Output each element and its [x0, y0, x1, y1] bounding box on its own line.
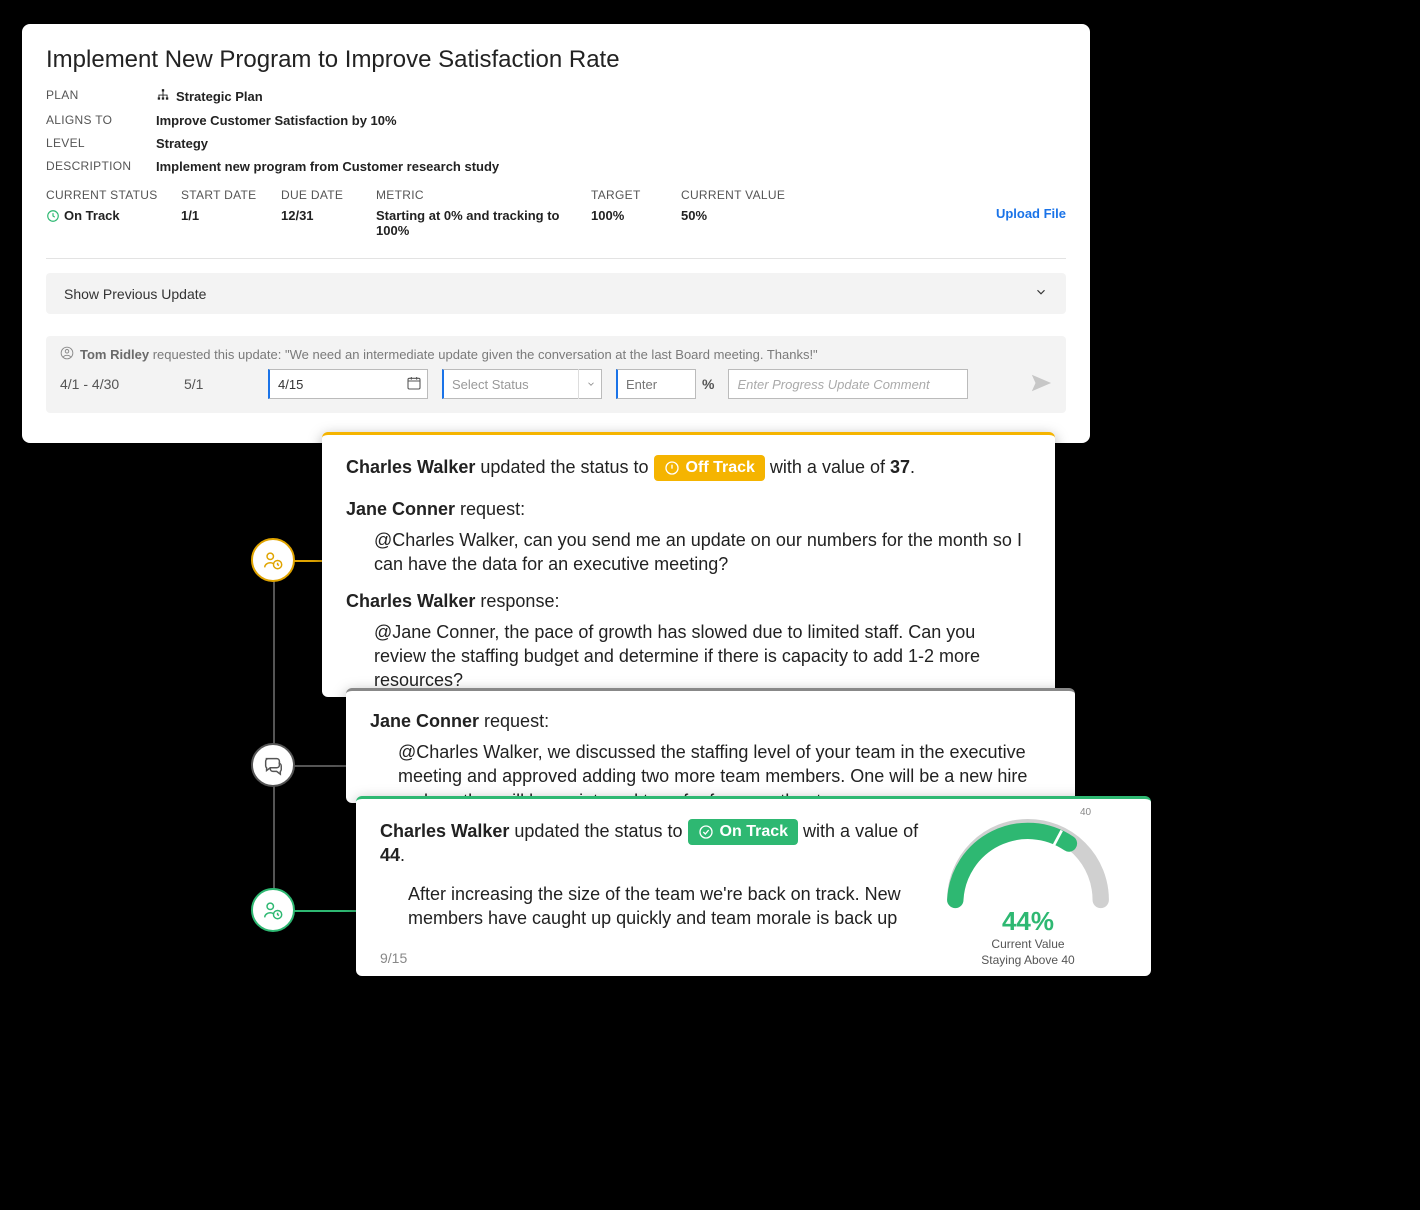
request-body: @Charles Walker, can you send me an upda…	[346, 528, 1031, 577]
calendar-icon[interactable]	[406, 375, 422, 394]
timeline-card-offtrack: Charles Walker updated the status to Off…	[322, 432, 1055, 697]
period-text: 4/1 - 4/30	[60, 376, 170, 392]
value-entry: %	[616, 369, 714, 399]
timeline-rail	[273, 560, 275, 912]
label-aligns: ALIGNS TO	[46, 113, 156, 128]
goal-detail-card: Implement New Program to Improve Satisfa…	[22, 24, 1090, 443]
user-name: Charles Walker	[346, 457, 475, 477]
label-desc: DESCRIPTION	[46, 159, 156, 174]
request-line: Jane Conner request:	[370, 711, 1051, 732]
prev-update-label: Show Previous Update	[64, 286, 206, 302]
request-line: Jane Conner request:	[346, 499, 1031, 520]
label-curval: CURRENT VALUE	[681, 188, 831, 202]
timeline-user-clock-icon	[251, 888, 295, 932]
request-text: Tom Ridley requested this update: "We ne…	[80, 347, 818, 362]
chevron-down-icon	[578, 369, 602, 399]
request-user: Tom Ridley	[80, 347, 149, 362]
status-update-line: Charles Walker updated the status to On …	[380, 819, 925, 866]
gauge-chart: 40 44% Current Value Staying Above 40	[923, 809, 1133, 967]
current-status-text: On Track	[64, 208, 120, 223]
value-current-status: On Track	[46, 208, 120, 223]
label-metric: METRIC	[376, 188, 591, 202]
timeline-user-clock-icon	[251, 538, 295, 582]
chevron-down-icon	[1034, 285, 1048, 302]
send-icon[interactable]	[1030, 372, 1052, 397]
label-level: LEVEL	[46, 136, 156, 151]
status-badge-ontrack: On Track	[688, 819, 798, 845]
value-curval: 50%	[681, 208, 831, 223]
value-due: 12/31	[281, 208, 376, 223]
value-input[interactable]	[616, 369, 696, 399]
value-metric: Starting at 0% and tracking to 100%	[376, 208, 591, 238]
response-line: Charles Walker response:	[346, 591, 1031, 612]
value-plan: Strategic Plan	[156, 88, 263, 105]
status-update-line: Charles Walker updated the status to Off…	[346, 455, 1031, 481]
status-value: 44	[380, 845, 400, 865]
divider	[46, 258, 1066, 259]
gauge-label: Current Value	[923, 937, 1133, 951]
update-body: After increasing the size of the team we…	[380, 882, 925, 931]
timeline-card-ontrack: Charles Walker updated the status to On …	[356, 796, 1151, 976]
label-target: TARGET	[591, 188, 681, 202]
request-header: Tom Ridley requested this update: "We ne…	[60, 346, 1052, 363]
status-value: 37	[890, 457, 910, 477]
sitemap-icon	[156, 88, 170, 105]
timeline-chat-icon	[251, 743, 295, 787]
gauge-arc	[928, 809, 1128, 909]
user-icon	[60, 346, 74, 363]
timeline-card-request: Jane Conner request: @Charles Walker, we…	[346, 688, 1075, 803]
value-desc: Implement new program from Customer rese…	[156, 159, 499, 174]
gauge-sublabel: Staying Above 40	[923, 953, 1133, 967]
response-body: @Jane Conner, the pace of growth has slo…	[346, 620, 1031, 693]
label-due: DUE DATE	[281, 188, 376, 202]
status-select[interactable]: Select Status	[442, 369, 602, 399]
gauge-tick-label: 40	[1080, 807, 1091, 818]
value-start: 1/1	[181, 208, 281, 223]
date-field[interactable]	[268, 369, 428, 399]
value-level: Strategy	[156, 136, 208, 151]
show-previous-update-toggle[interactable]: Show Previous Update	[46, 273, 1066, 314]
percent-symbol: %	[702, 376, 714, 392]
card-date: 9/15	[380, 950, 407, 966]
submit-date: 5/1	[184, 376, 254, 392]
label-current-status: CURRENT STATUS	[46, 188, 181, 202]
status-row: CURRENT STATUS On Track START DATE 1/1 D…	[46, 188, 1066, 238]
label-plan: PLAN	[46, 88, 156, 105]
label-start: START DATE	[181, 188, 281, 202]
request-prefix: requested this update:	[149, 347, 285, 362]
plan-text: Strategic Plan	[176, 89, 263, 104]
page-title: Implement New Program to Improve Satisfa…	[46, 46, 1066, 74]
comment-input[interactable]	[728, 369, 968, 399]
date-input[interactable]	[268, 369, 428, 399]
inputs-row: 4/1 - 4/30 5/1 Select Status %	[60, 369, 1052, 399]
value-aligns: Improve Customer Satisfaction by 10%	[156, 113, 397, 128]
upload-file-link[interactable]: Upload File	[996, 206, 1066, 221]
update-request-block: Tom Ridley requested this update: "We ne…	[46, 336, 1066, 413]
value-target: 100%	[591, 208, 681, 223]
gauge-value: 44%	[923, 906, 1133, 937]
meta-grid: PLAN Strategic Plan ALIGNS TO Improve Cu…	[46, 88, 1066, 174]
request-quote: "We need an intermediate update given th…	[285, 347, 818, 362]
status-badge-offtrack: Off Track	[654, 455, 765, 481]
